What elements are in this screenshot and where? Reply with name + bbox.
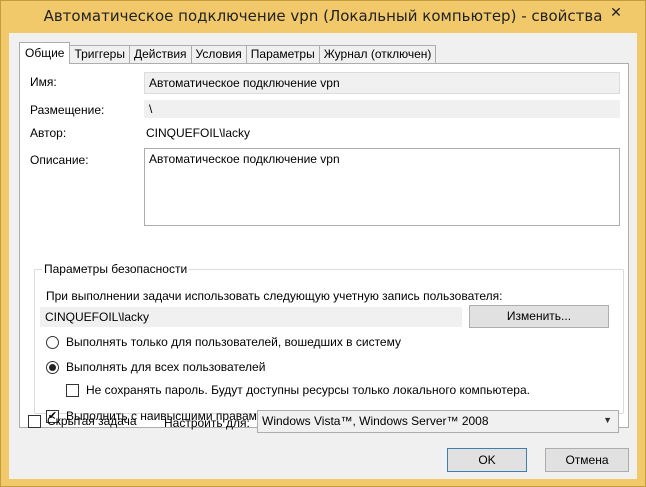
tab-conditions[interactable]: Условия	[190, 45, 247, 64]
ok-button[interactable]: OK	[447, 448, 527, 472]
description-field[interactable]: Автоматическое подключение vpn	[144, 148, 620, 226]
description-label: Описание:	[30, 153, 89, 167]
tab-history[interactable]: Журнал (отключен)	[318, 45, 437, 64]
configure-for-value: Windows Vista™, Windows Server™ 2008	[262, 414, 489, 428]
hidden-task-label: Скрытая задача	[47, 414, 137, 428]
configure-for-select[interactable]: Windows Vista™, Windows Server™ 2008 ▼	[257, 410, 619, 433]
change-account-button[interactable]: Изменить...	[469, 305, 609, 328]
no-store-password-label: Не сохранять пароль. Будут доступны ресу…	[86, 383, 530, 397]
dialog-client: Общие Триггеры Действия Условия Параметр…	[9, 33, 637, 479]
tab-strip: Общие Триггеры Действия Условия Параметр…	[19, 42, 437, 64]
security-options-legend: Параметры безопасности	[42, 262, 190, 276]
cancel-button[interactable]: Отмена	[545, 448, 629, 472]
chevron-down-icon: ▼	[603, 415, 612, 425]
name-label: Имя:	[30, 75, 57, 89]
window-title: Автоматическое подключение vpn (Локальны…	[43, 7, 603, 25]
general-tab-panel: Имя: Автоматическое подключение vpn Разм…	[19, 63, 629, 428]
radio-selected-dot	[49, 364, 56, 371]
tab-actions[interactable]: Действия	[128, 45, 192, 64]
close-button[interactable]: ✕	[593, 2, 639, 22]
author-value: CINQUEFOIL\lacky	[146, 126, 251, 140]
properties-window: Автоматическое подключение vpn (Локальны…	[0, 0, 646, 487]
configure-for-label: Настроить для:	[164, 416, 250, 430]
close-icon: ✕	[610, 3, 622, 20]
checkbox-hidden-task[interactable]	[28, 415, 41, 428]
name-field[interactable]: Автоматическое подключение vpn	[144, 72, 620, 94]
account-prompt: При выполнении задачи использовать следу…	[46, 289, 503, 303]
radio-all-users-label: Выполнять для всех пользователей	[66, 360, 266, 374]
tab-triggers[interactable]: Триггеры	[69, 45, 130, 64]
location-value: \	[144, 100, 620, 118]
tab-settings[interactable]: Параметры	[245, 45, 320, 64]
title-bar[interactable]: Автоматическое подключение vpn (Локальны…	[1, 1, 645, 33]
account-value: CINQUEFOIL\lacky	[40, 307, 462, 327]
tab-general[interactable]: Общие	[19, 42, 71, 64]
radio-all-users[interactable]	[46, 361, 59, 374]
radio-logged-on-only[interactable]	[46, 336, 59, 349]
checkbox-no-store-password[interactable]	[66, 384, 79, 397]
author-label: Автор:	[30, 126, 67, 140]
radio-logged-on-only-label: Выполнять только для пользователей, воше…	[66, 335, 401, 349]
location-label: Размещение:	[30, 103, 105, 117]
